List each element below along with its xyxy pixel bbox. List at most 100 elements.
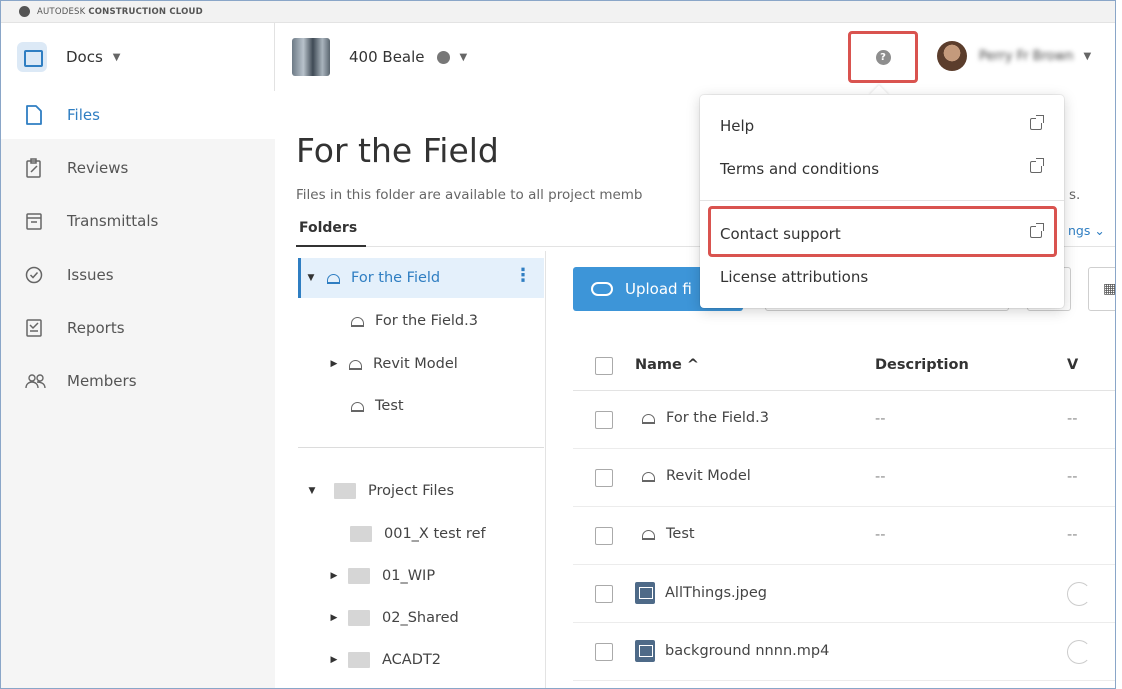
table-row[interactable]: AllThings.jpeg: [573, 565, 1115, 623]
folder-icon: [348, 652, 370, 668]
tree-item-02-shared[interactable]: ▶ 02_Shared: [298, 598, 544, 638]
docs-module-icon: [17, 42, 47, 72]
row-checkbox[interactable]: [595, 527, 613, 545]
user-menu[interactable]: Perry Fr Brown ▼: [937, 41, 1091, 71]
description-cell: --: [875, 469, 886, 485]
caret-right-icon[interactable]: ▶: [328, 359, 340, 369]
tree-item-acadt2[interactable]: ▶ ACADT2: [298, 640, 544, 680]
file-name-cell[interactable]: Revit Model: [635, 468, 751, 484]
reviews-icon: [25, 158, 43, 178]
caret-right-icon[interactable]: ▶: [328, 613, 340, 623]
external-link-icon: [1030, 158, 1044, 173]
tree-divider: [298, 447, 544, 448]
caret-right-icon[interactable]: ▶: [328, 571, 340, 581]
project-label: 400 Beale: [349, 48, 425, 66]
table-row[interactable]: For the Field.3 -- --: [573, 391, 1115, 449]
project-selector[interactable]: 400 Beale ▼: [275, 23, 467, 91]
menu-item-help[interactable]: Help: [700, 104, 1064, 147]
caret-down-icon[interactable]: ▼: [306, 486, 318, 496]
caret-down-icon[interactable]: ▼: [305, 273, 317, 283]
file-name: Revit Model: [666, 468, 751, 484]
settings-link[interactable]: ngs ⌄: [1068, 223, 1105, 238]
chevron-down-icon: ▼: [1083, 50, 1092, 62]
view-toggle-button[interactable]: ▦: [1088, 267, 1115, 311]
autodesk-logo-icon: [19, 6, 30, 17]
more-options-icon[interactable]: ⋮: [514, 267, 532, 285]
description-cell: --: [875, 411, 886, 427]
page-title: For the Field: [296, 131, 499, 170]
folder-icon: [334, 483, 356, 499]
menu-item-terms[interactable]: Terms and conditions: [700, 147, 1064, 190]
row-checkbox[interactable]: [595, 469, 613, 487]
tree-item-label: Revit Model: [373, 356, 458, 372]
folder-tree: ▼ For the Field ⋮ For the Field.3 ▶ Revi…: [296, 251, 546, 688]
video-file-icon: [635, 640, 655, 662]
tree-item-label: For the Field: [351, 270, 441, 286]
tree-item-label: 001_X test ref: [384, 526, 486, 542]
tree-item-test[interactable]: Test: [298, 386, 544, 426]
help-icon: ?: [875, 49, 891, 65]
row-checkbox[interactable]: [595, 585, 613, 603]
sidebar-item-label: Files: [67, 106, 100, 124]
globe-icon: [436, 50, 450, 64]
chevron-down-icon: ▼: [112, 51, 121, 63]
hardhat-folder-icon: [348, 359, 363, 370]
brand-bar: AUTODESK CONSTRUCTION CLOUD: [1, 1, 1115, 23]
folder-icon: [350, 526, 372, 542]
caret-right-icon[interactable]: ▶: [328, 655, 340, 665]
tree-item-revit-model[interactable]: ▶ Revit Model: [298, 344, 544, 384]
help-dropdown-menu: Help Terms and conditions Contact suppor…: [700, 95, 1064, 308]
tree-item-label: ACADT2: [382, 652, 441, 668]
file-name-cell[interactable]: For the Field.3: [635, 410, 769, 426]
sidebar-item-label: Reviews: [67, 159, 129, 177]
sidebar-item-label: Transmittals: [67, 212, 159, 230]
file-name: Test: [666, 526, 695, 542]
table-row[interactable]: Revit Model -- --: [573, 449, 1115, 507]
sidebar-item-reviews[interactable]: Reviews: [1, 144, 275, 192]
tree-item-label: 02_Shared: [382, 610, 459, 626]
hardhat-folder-icon: [641, 471, 656, 482]
brand-prefix: AUTODESK: [37, 6, 86, 17]
tree-item-label: Test: [375, 398, 404, 414]
file-name-cell[interactable]: background nnnn.mp4: [635, 640, 829, 662]
issues-icon: [25, 265, 43, 285]
file-name: For the Field.3: [666, 410, 769, 426]
sidebar-item-files[interactable]: Files: [1, 91, 275, 139]
tree-item-for-the-field[interactable]: ▼ For the Field ⋮: [298, 258, 544, 298]
app-window: AUTODESK CONSTRUCTION CLOUD Docs ▼ 400 B…: [0, 0, 1116, 689]
sidebar-item-issues[interactable]: Issues: [1, 251, 275, 299]
hardhat-folder-icon: [326, 273, 341, 284]
column-header-description[interactable]: Description: [875, 357, 969, 373]
column-header-version[interactable]: V: [1067, 357, 1078, 373]
sidebar: Files Reviews Transmittals Issues Report…: [1, 91, 275, 688]
sidebar-item-reports[interactable]: Reports: [1, 304, 275, 352]
brand-suffix: CONSTRUCTION CLOUD: [88, 6, 203, 17]
file-icon: [25, 105, 43, 125]
row-checkbox[interactable]: [595, 411, 613, 429]
user-name: Perry Fr Brown: [979, 48, 1074, 64]
tree-item-label: For the Field.3: [375, 313, 478, 329]
select-all-checkbox[interactable]: [595, 357, 613, 375]
external-link-icon: [1030, 115, 1044, 130]
table-row[interactable]: background nnnn.mp4: [573, 623, 1115, 681]
transmittals-icon: [25, 211, 43, 231]
menu-item-license-attributions[interactable]: License attributions: [700, 255, 1064, 298]
tree-item-001-x-test-ref[interactable]: 001_X test ref: [298, 514, 544, 554]
tree-item-01-wip[interactable]: ▶ 01_WIP: [298, 556, 544, 596]
sidebar-item-transmittals[interactable]: Transmittals: [1, 197, 275, 245]
hardhat-folder-icon: [350, 316, 365, 327]
tab-folders[interactable]: Folders: [299, 220, 357, 236]
contact-support-highlight: [708, 206, 1057, 257]
sidebar-item-label: Reports: [67, 319, 125, 337]
file-name-cell[interactable]: Test: [635, 526, 695, 542]
column-header-name[interactable]: Name ^: [635, 357, 699, 373]
table-row[interactable]: Test -- --: [573, 507, 1115, 565]
module-selector[interactable]: Docs ▼: [1, 23, 275, 91]
help-button[interactable]: ?: [848, 31, 918, 83]
top-header: Docs ▼ 400 Beale ▼ ? Perry Fr Brown ▼: [1, 23, 1115, 91]
tree-item-for-the-field-3[interactable]: For the Field.3: [298, 301, 544, 341]
sidebar-item-members[interactable]: Members: [1, 357, 275, 405]
file-name-cell[interactable]: AllThings.jpeg: [635, 582, 767, 604]
row-checkbox[interactable]: [595, 643, 613, 661]
tree-item-project-files[interactable]: ▼ Project Files: [298, 471, 544, 511]
